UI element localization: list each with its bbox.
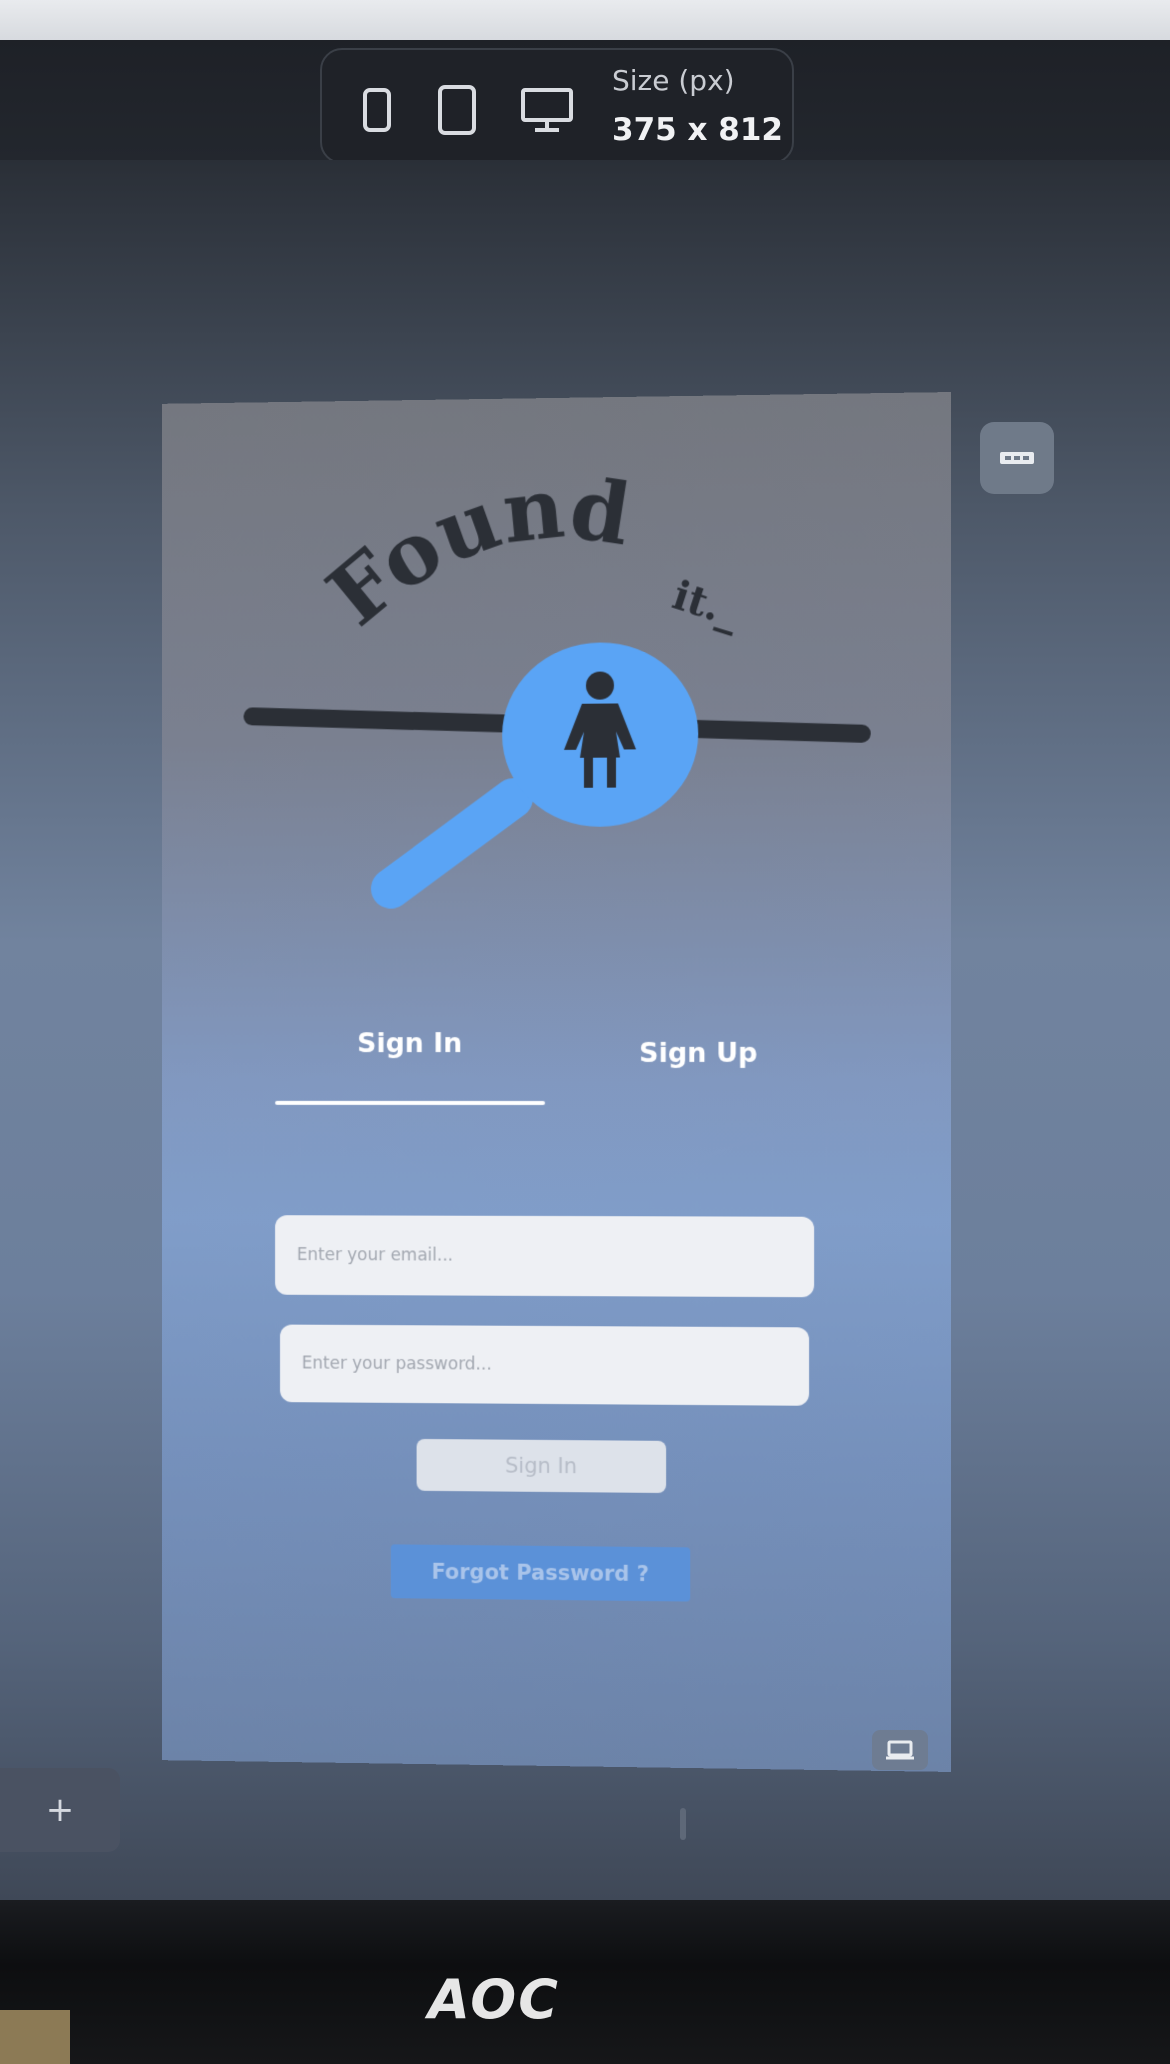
size-label: Size (px): [612, 64, 735, 97]
desktop-device-button[interactable]: [512, 80, 582, 140]
tab-sign-in[interactable]: Sign In: [275, 1028, 545, 1088]
magnifier-handle: [391, 798, 513, 888]
phone-device-button[interactable]: [342, 80, 412, 140]
monitor-brand-logo: AOC: [428, 1968, 560, 2031]
password-field[interactable]: [280, 1324, 810, 1406]
monitor-bezel: [0, 1900, 1170, 2064]
email-field[interactable]: [275, 1215, 815, 1298]
active-tab-indicator: [275, 1100, 546, 1105]
logo-word-it: it._: [667, 572, 746, 637]
desk-corner: [0, 2010, 70, 2064]
size-value: 375 x 812: [612, 112, 783, 148]
browser-top-strip: [0, 0, 1170, 40]
phone-icon: [363, 88, 391, 132]
keyboard-button[interactable]: [980, 422, 1054, 494]
keyboard-icon: [1000, 452, 1034, 464]
scrollbar-thumb[interactable]: [680, 1808, 686, 1840]
laptop-icon: [886, 1740, 914, 1760]
tab-sign-up[interactable]: Sign Up: [558, 1038, 839, 1098]
tablet-icon: [438, 85, 476, 135]
desktop-icon: [521, 88, 573, 132]
phone-frame: Found it._ Sign In Sign Up Sign In Forgo…: [161, 392, 951, 1772]
sign-in-button[interactable]: Sign In: [416, 1438, 667, 1494]
add-button[interactable]: +: [0, 1768, 120, 1852]
forgot-password-button[interactable]: Forgot Password ?: [390, 1544, 691, 1602]
svg-text:Found: Found: [309, 457, 636, 645]
app-logo: Found it._: [162, 457, 951, 959]
tablet-device-button[interactable]: [422, 80, 492, 140]
device-toolbar: Size (px) 375 x 812: [320, 48, 794, 164]
logo-word-found: Found: [309, 457, 636, 645]
laptop-button[interactable]: [872, 1730, 928, 1770]
